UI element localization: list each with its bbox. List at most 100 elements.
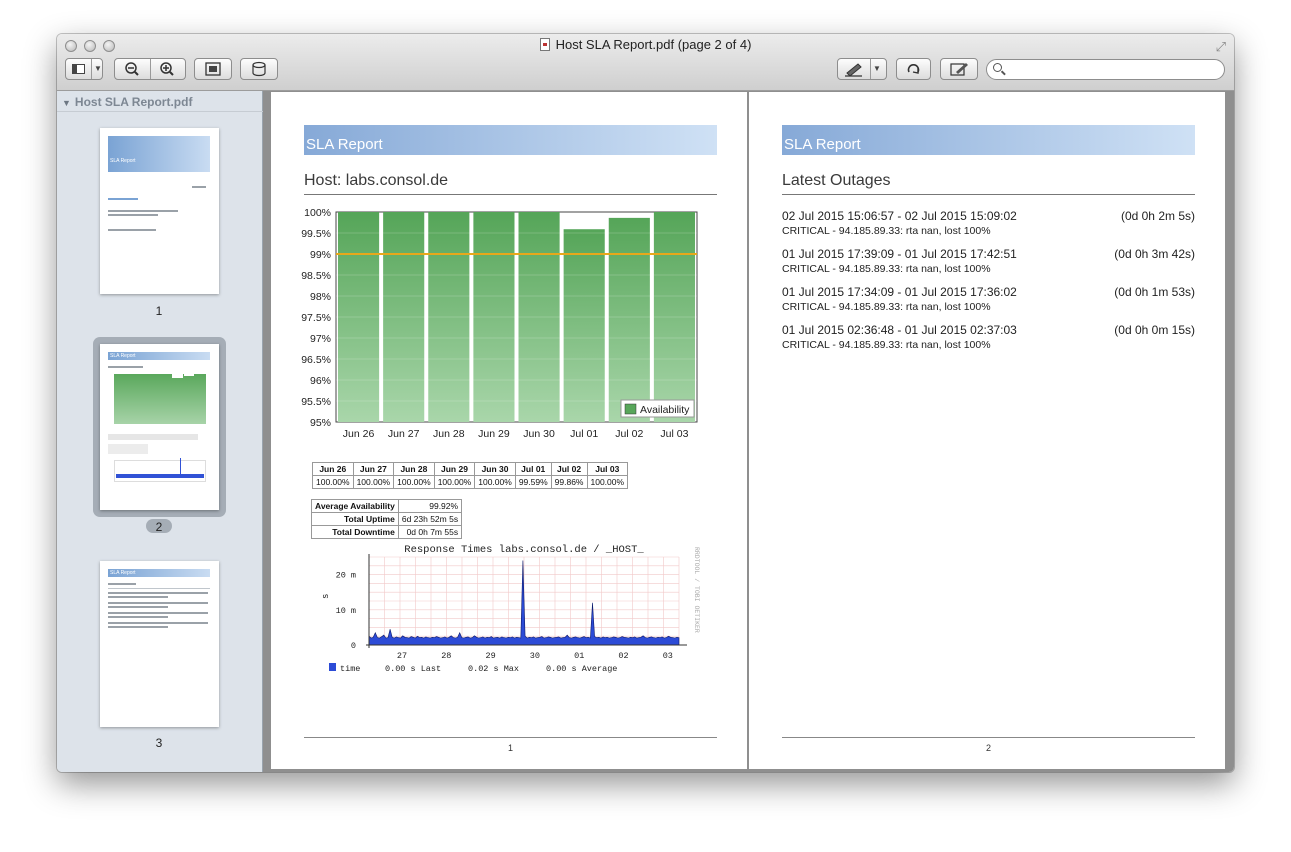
- divider: [782, 194, 1195, 195]
- availability-chart: 100% 99.5% 99% 98.5% 98% 97.5% 97% 96.5% 96% 95.5…: [301, 207, 698, 440]
- sidebar-toggle-button[interactable]: ▼: [65, 58, 103, 80]
- y-tick-label: 95%: [310, 417, 331, 429]
- x-tick-label: 30: [530, 651, 540, 661]
- preview-window: Host SLA Report.pdf (page 2 of 4) ⤢ ▼ ▼: [57, 34, 1234, 772]
- host-heading: Host: labs.consol.de: [304, 172, 449, 189]
- share-button[interactable]: [240, 58, 278, 80]
- report-band: SLA Report: [304, 125, 717, 155]
- outage-message: CRITICAL - 94.185.89.33: rta nan, lost 1…: [782, 263, 991, 275]
- outage-duration: (0d 0h 1m 53s): [1114, 285, 1195, 299]
- table-header-cell: Jun 27: [352, 462, 395, 476]
- y-tick-label: 96%: [310, 375, 331, 387]
- x-tick-label: Jun 29: [478, 428, 510, 440]
- y-tick-label: 97.5%: [301, 312, 331, 324]
- x-tick-label: Jul 03: [660, 428, 688, 440]
- zoom-in-button[interactable]: [151, 59, 186, 79]
- rotate-button[interactable]: [896, 58, 931, 80]
- x-tick-label: 28: [441, 651, 451, 661]
- page-footer: 1: [304, 737, 717, 753]
- sidebar-document-header[interactable]: ▼ Host SLA Report.pdf: [62, 95, 192, 109]
- search-input[interactable]: [1009, 62, 1219, 77]
- fullscreen-icon[interactable]: ⤢: [1216, 39, 1226, 55]
- y-tick-label: 10 m: [336, 606, 356, 616]
- thumbnail-label-1: 1: [155, 304, 163, 318]
- fit-page-icon: [205, 62, 221, 76]
- pdf-page-2: SLA Report Latest Outages 02 Jul 2015 15…: [749, 92, 1225, 769]
- outage-duration: (0d 0h 3m 42s): [1114, 247, 1195, 261]
- outage-range: 01 Jul 2015 17:34:09 - 01 Jul 2015 17:36…: [782, 285, 1017, 299]
- mini-band: SLA Report: [108, 569, 210, 577]
- sidebar-document-title: Host SLA Report.pdf: [74, 95, 193, 109]
- table-row: Total Downtime 0d 0h 7m 55s: [311, 525, 463, 539]
- outages-heading: Latest Outages: [782, 172, 891, 189]
- table-cell: 99.59%: [514, 475, 552, 489]
- table-row: Average Availability 99.92%: [311, 499, 463, 513]
- thumbnail-label-2: 2: [155, 520, 163, 534]
- table-header-cell: Jun 28: [393, 462, 435, 476]
- summary-label: Total Downtime: [311, 525, 399, 539]
- x-tick-label: 01: [574, 651, 584, 661]
- legend-stat: 0.00 s Last: [385, 664, 441, 674]
- summary-value: 6d 23h 52m 5s: [397, 512, 463, 526]
- page-footer: 2: [782, 737, 1195, 753]
- chart-legend: Availability: [620, 399, 695, 418]
- zoom-control: [114, 58, 186, 80]
- outage-range: 01 Jul 2015 17:39:09 - 01 Jul 2015 17:42…: [782, 247, 1017, 261]
- table-cell: 100.00%: [312, 475, 354, 489]
- outage-duration: (0d 0h 0m 15s): [1114, 323, 1195, 337]
- divider: [304, 194, 717, 195]
- chevron-down-icon[interactable]: ▼: [873, 59, 881, 79]
- table-header-cell: Jul 03: [586, 462, 629, 476]
- x-tick-label: 02: [618, 651, 628, 661]
- x-tick-label: Jul 01: [570, 428, 598, 440]
- fit-page-button[interactable]: [194, 58, 232, 80]
- disclosure-triangle-icon[interactable]: ▼: [62, 98, 71, 108]
- bar: [563, 229, 605, 422]
- chevron-down-icon[interactable]: ▼: [94, 59, 102, 79]
- x-tick-label: Jun 27: [388, 428, 420, 440]
- zoom-out-button[interactable]: [115, 59, 150, 79]
- x-tick-label: Jun 26: [343, 428, 375, 440]
- zoom-in-icon: [160, 62, 174, 76]
- thumbnail-page-1[interactable]: SLA Report: [100, 128, 219, 294]
- table-cell: 100.00%: [586, 475, 629, 489]
- table-header-cell: Jun 30: [474, 462, 516, 476]
- table-cell: 100.00%: [393, 475, 435, 489]
- response-time-chart: Response Times labs.consol.de / _HOST_ RR…: [321, 544, 700, 674]
- outage-range: 01 Jul 2015 02:36:48 - 01 Jul 2015 02:37…: [782, 323, 1017, 337]
- outage-range: 02 Jul 2015 15:06:57 - 02 Jul 2015 15:09…: [782, 209, 1017, 223]
- summary-value: 0d 0h 7m 55s: [397, 525, 463, 539]
- highlight-button[interactable]: ▼: [837, 58, 887, 80]
- annotate-button[interactable]: [940, 58, 978, 80]
- bar: [608, 217, 650, 422]
- pdf-page-1: SLA Report Host: labs.consol.de 100% 99.5…: [271, 92, 747, 769]
- mini-band: SLA Report: [108, 352, 210, 360]
- thumbnail-label-3: 3: [155, 736, 163, 750]
- document-view[interactable]: SLA Report Host: labs.consol.de 100% 99.5…: [263, 91, 1234, 772]
- table-header-cell: Jul 02: [550, 462, 588, 476]
- legend-label: Availability: [640, 404, 690, 416]
- table-header-cell: Jul 01: [514, 462, 552, 476]
- legend-stat: 0.00 s Average: [546, 664, 617, 674]
- thumbnail-page-3[interactable]: SLA Report: [100, 561, 219, 727]
- window-title-text: Host SLA Report.pdf (page 2 of 4): [555, 37, 752, 52]
- legend-swatch: [329, 663, 336, 671]
- search-field[interactable]: [986, 59, 1225, 80]
- table-cell: 100.00%: [474, 475, 516, 489]
- outage-message: CRITICAL - 94.185.89.33: rta nan, lost 1…: [782, 225, 991, 237]
- thumbnail-page-2[interactable]: SLA Report: [100, 344, 219, 510]
- x-tick-label: Jun 30: [523, 428, 555, 440]
- x-tick-label: 27: [397, 651, 407, 661]
- annotate-icon: [950, 63, 968, 76]
- side-label: RRDTOOL / TOBI OETIKER: [693, 547, 700, 633]
- y-tick-label: 98%: [310, 291, 331, 303]
- y-tick-label: 100%: [304, 207, 331, 219]
- outage-message: CRITICAL - 94.185.89.33: rta nan, lost 1…: [782, 301, 991, 313]
- summary-value: 99.92%: [397, 499, 463, 513]
- availability-table: Jun 26 Jun 27 Jun 28 Jun 29 Jun 30 Jul 01 Jul …: [312, 462, 629, 489]
- mini-band: SLA Report: [108, 136, 210, 172]
- x-tick-label: Jul 02: [615, 428, 643, 440]
- outage-message: CRITICAL - 94.185.89.33: rta nan, lost 1…: [782, 339, 991, 351]
- y-axis-label: s: [321, 594, 331, 599]
- y-tick-label: 99.5%: [301, 228, 331, 240]
